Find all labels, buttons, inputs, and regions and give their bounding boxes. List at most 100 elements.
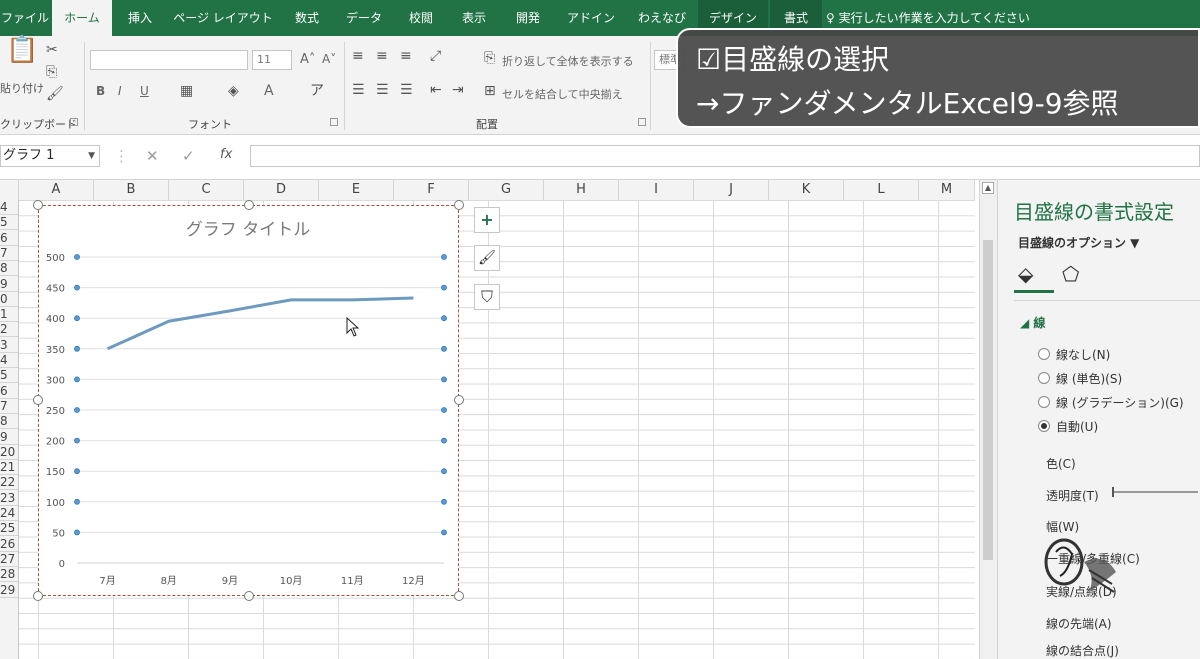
chevron-down-icon[interactable]: ▼ (88, 146, 95, 166)
column-header-A[interactable]: A (19, 180, 94, 200)
tab-3[interactable]: ページ レイアウト (168, 0, 278, 36)
tab-2[interactable]: 挿入 (114, 0, 166, 36)
shrink-font-icon[interactable]: A˅ (322, 52, 336, 66)
increase-indent-icon[interactable]: ⇥ (452, 82, 464, 98)
row-header[interactable]: 28 (0, 567, 18, 583)
vertical-scrollbar[interactable]: ▲ (979, 180, 997, 659)
row-header[interactable]: 23 (0, 491, 18, 506)
chart-object[interactable]: グラフ タイトル 0 50 100 150 200 250 300 350 400 450 500 7月… (38, 205, 459, 596)
line-prop-0[interactable]: 色(C) (1046, 455, 1076, 472)
row-header[interactable]: 4 (0, 200, 18, 215)
row-header[interactable]: 1 (0, 307, 18, 323)
align-right-icon[interactable]: ☰ (400, 82, 413, 98)
column-header-M[interactable]: M (919, 180, 975, 200)
row-header[interactable]: 25 (0, 521, 18, 537)
merge-center-button[interactable]: セルを結合して中央揃え (502, 86, 623, 102)
transparency-slider[interactable] (1112, 487, 1198, 497)
gridline-options-dropdown[interactable]: 目盛線のオプション ▼ (1018, 234, 1139, 251)
row-header[interactable]: 29 (0, 583, 18, 598)
format-painter-icon[interactable]: 🖌 (46, 86, 64, 102)
clipboard-launcher-icon[interactable] (70, 118, 78, 126)
column-header-C[interactable]: C (169, 180, 244, 200)
resize-handle-br[interactable] (454, 591, 464, 601)
cut-icon[interactable]: ✂ (46, 42, 58, 58)
radio-circle-icon[interactable] (1038, 396, 1050, 408)
orientation-icon[interactable]: ⤢ (430, 48, 441, 64)
line-radio-1[interactable]: 線 (単色)(S) (1038, 370, 1122, 387)
row-header[interactable]: 8 (0, 261, 18, 277)
radio-circle-icon[interactable] (1038, 348, 1050, 360)
resize-handle-bm[interactable] (244, 591, 254, 601)
font-launcher-icon[interactable] (330, 118, 338, 126)
column-header-D[interactable]: D (244, 180, 319, 200)
resize-handle-tm[interactable] (244, 200, 254, 210)
enter-icon[interactable]: ✓ (182, 147, 195, 165)
italic-button[interactable]: I (118, 84, 122, 98)
row-header[interactable]: 20 (0, 445, 18, 460)
align-bottom-icon[interactable]: ≡ (400, 48, 412, 64)
fill-line-icon[interactable]: ⬙ (1018, 262, 1033, 286)
row-header[interactable]: 7 (0, 246, 18, 261)
line-prop-6[interactable]: 線の結合点(J) (1046, 642, 1119, 659)
column-header-I[interactable]: I (619, 180, 694, 200)
column-header-L[interactable]: L (844, 180, 919, 200)
row-header[interactable]: 3 (0, 338, 18, 353)
row-header[interactable]: 27 (0, 552, 18, 567)
underline-button[interactable]: U (140, 84, 149, 98)
radio-circle-icon[interactable] (1038, 372, 1050, 384)
column-header-G[interactable]: G (469, 180, 544, 200)
column-header-E[interactable]: E (319, 180, 394, 200)
resize-handle-tl[interactable] (33, 200, 43, 210)
align-middle-icon[interactable]: ≡ (376, 48, 388, 64)
tab-7[interactable]: 表示 (448, 0, 500, 36)
resize-handle-mr[interactable] (454, 395, 464, 405)
line-section-header[interactable]: ◢ 線 (1020, 314, 1045, 331)
tab-8[interactable]: 開発 (502, 0, 554, 36)
font-color-icon[interactable]: A (264, 83, 274, 99)
tab-0[interactable]: ファイル (0, 0, 50, 36)
resize-handle-ml[interactable] (33, 395, 43, 405)
chart-styles-button[interactable]: 🖌 (474, 245, 500, 271)
row-header[interactable]: 6 (0, 384, 18, 399)
font-size-box[interactable]: 11 (252, 50, 292, 70)
column-header-J[interactable]: J (694, 180, 769, 200)
row-header[interactable]: 21 (0, 460, 18, 476)
row-header[interactable]: 24 (0, 506, 18, 521)
effects-pentagon-icon[interactable]: ⬠ (1062, 262, 1079, 286)
grow-font-icon[interactable]: A˄ (300, 52, 315, 67)
fill-color-icon[interactable]: ◈ (228, 83, 239, 99)
paste-button-label[interactable]: 貼り付け (0, 80, 44, 96)
alignment-launcher-icon[interactable] (638, 118, 646, 126)
row-header[interactable]: 26 (0, 537, 18, 552)
select-all-corner[interactable] (0, 180, 19, 200)
row-header[interactable]: 2 (0, 322, 18, 338)
align-left-icon[interactable]: ☰ (352, 82, 365, 98)
align-top-icon[interactable]: ≡ (352, 48, 364, 64)
formula-input[interactable] (250, 145, 1200, 167)
line-radio-3[interactable]: 自動(U) (1038, 418, 1098, 435)
chart-elements-button[interactable]: + (474, 207, 500, 233)
column-header-H[interactable]: H (544, 180, 619, 200)
row-header[interactable]: 5 (0, 215, 18, 231)
font-name-box[interactable] (90, 50, 248, 70)
row-header[interactable]: 9 (0, 277, 18, 292)
bold-button[interactable]: B (96, 84, 105, 98)
paste-icon[interactable]: 📋 (6, 37, 38, 63)
row-header[interactable]: 4 (0, 353, 18, 368)
radio-circle-icon[interactable] (1038, 420, 1050, 432)
column-header-B[interactable]: B (94, 180, 169, 200)
row-header[interactable]: 9 (0, 430, 18, 445)
align-center-icon[interactable]: ☰ (376, 82, 389, 98)
tab-1[interactable]: ホーム (52, 0, 112, 36)
insert-function-icon[interactable]: fx (220, 147, 232, 162)
phonetic-icon[interactable]: ア (310, 83, 324, 99)
decrease-indent-icon[interactable]: ⇤ (430, 82, 442, 98)
wrap-text-button[interactable]: 折り返して全体を表示する (502, 53, 634, 69)
row-header[interactable]: 0 (0, 292, 18, 307)
column-header-F[interactable]: F (394, 180, 469, 200)
column-header-K[interactable]: K (769, 180, 844, 200)
tab-4[interactable]: 数式 (282, 0, 332, 36)
name-box[interactable]: グラフ 1 ▼ (0, 145, 100, 167)
row-header[interactable]: 22 (0, 475, 18, 491)
row-header[interactable]: 8 (0, 414, 18, 430)
